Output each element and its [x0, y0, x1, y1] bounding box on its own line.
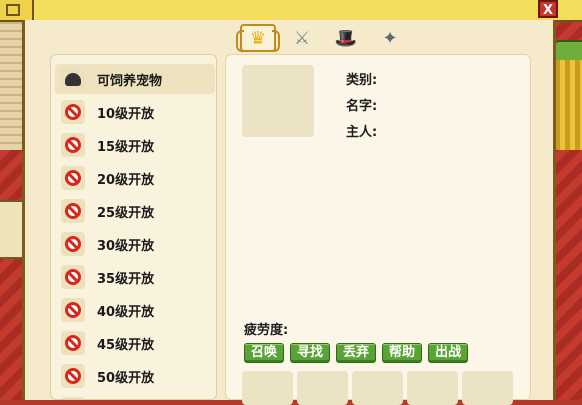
list-item-locked-30[interactable]: 30级开放 — [55, 229, 215, 259]
top-hat-icon: 🎩 — [334, 27, 358, 49]
pet-slot-icon-frame — [61, 331, 85, 355]
pet-silhouette-icon — [65, 72, 81, 86]
no-entry-icon — [65, 335, 81, 351]
pet-slot-icon-frame — [61, 364, 85, 388]
list-item-label: 35级开放 — [97, 271, 155, 287]
list-item-label: 45级开放 — [97, 337, 155, 353]
list-item-label: 25级开放 — [97, 205, 155, 221]
find-button[interactable]: 寻找 — [290, 343, 331, 363]
list-item-locked-45[interactable]: 45级开放 — [55, 328, 215, 358]
list-item-label: 可饲养宠物 — [97, 73, 163, 89]
list-item-label: 30级开放 — [97, 238, 155, 254]
shuriken-icon: ✦ — [382, 27, 398, 49]
pet-slot-icon-frame — [61, 133, 85, 157]
list-item-locked-25[interactable]: 25级开放 — [55, 196, 215, 226]
no-entry-icon — [65, 236, 81, 252]
window-corner-ornament — [0, 0, 34, 20]
list-item-locked-20[interactable]: 20级开放 — [55, 163, 215, 193]
type-label: 类别: — [346, 73, 378, 88]
no-entry-icon — [65, 368, 81, 384]
list-item-locked-10[interactable]: 10级开放 — [55, 97, 215, 127]
tab-hat[interactable]: 🎩 — [328, 24, 364, 52]
tab-crown[interactable]: ♛ — [236, 24, 280, 52]
pet-slot-icon-frame — [61, 166, 85, 190]
list-item-locked-15[interactable]: 15级开放 — [55, 130, 215, 160]
pet-detail-panel: 类别: 名字: 主人: 疲劳度: 召唤 寻找 丢弃 帮助 出战 — [225, 54, 531, 405]
list-item-label: 20级开放 — [97, 172, 155, 188]
list-item-locked-40[interactable]: 40级开放 — [55, 295, 215, 325]
pet-slot-icon-frame — [61, 232, 85, 256]
list-item-available-pet[interactable]: 可饲养宠物 — [55, 64, 215, 94]
list-item-label: 10级开放 — [97, 106, 155, 122]
owner-label: 主人: — [346, 125, 378, 140]
pet-slot-list: 可饲养宠物 10级开放 15级开放 20级开放 25级开放 30级开放 35级开… — [50, 54, 217, 400]
discard-button[interactable]: 丢弃 — [336, 343, 377, 363]
list-item-locked-35[interactable]: 35级开放 — [55, 262, 215, 292]
category-tabs: ♛ ⚔ 🎩 ✦ — [236, 24, 408, 54]
close-button[interactable]: X — [538, 0, 558, 18]
name-label: 名字: — [346, 99, 378, 114]
help-button[interactable]: 帮助 — [382, 343, 423, 363]
pet-slot-icon-frame — [61, 199, 85, 223]
list-item-label: 50级开放 — [97, 370, 155, 386]
no-entry-icon — [65, 104, 81, 120]
action-button-row: 召唤 寻找 丢弃 帮助 出战 — [244, 343, 469, 363]
summon-button[interactable]: 召唤 — [244, 343, 285, 363]
pet-dialog: ♛ ⚔ 🎩 ✦ 可饲养宠物 10级开放 15级开放 20级开放 25级开放 30… — [22, 20, 556, 405]
fatigue-label: 疲劳度: — [244, 323, 289, 338]
crown-icon: ♛ — [249, 27, 267, 49]
pet-portrait — [242, 65, 314, 137]
pet-slot-icon-frame — [61, 67, 85, 91]
no-entry-icon — [65, 170, 81, 186]
battle-button[interactable]: 出战 — [428, 343, 469, 363]
tab-sword[interactable]: ⚔ — [284, 24, 320, 52]
tab-shuriken[interactable]: ✦ — [372, 24, 408, 52]
no-entry-icon — [65, 269, 81, 285]
pet-slot-icon-frame — [61, 100, 85, 124]
no-entry-icon — [65, 302, 81, 318]
no-entry-icon — [65, 137, 81, 153]
list-item-locked-next[interactable] — [55, 394, 215, 399]
window-title-bar: X — [0, 0, 582, 22]
list-item-locked-50[interactable]: 50级开放 — [55, 361, 215, 391]
list-item-label: 40级开放 — [97, 304, 155, 320]
no-entry-icon — [65, 203, 81, 219]
list-item-label: 15级开放 — [97, 139, 155, 155]
pet-slot-icon-frame — [61, 298, 85, 322]
sword-icon: ⚔ — [293, 27, 311, 49]
pet-slot-icon-frame — [61, 265, 85, 289]
